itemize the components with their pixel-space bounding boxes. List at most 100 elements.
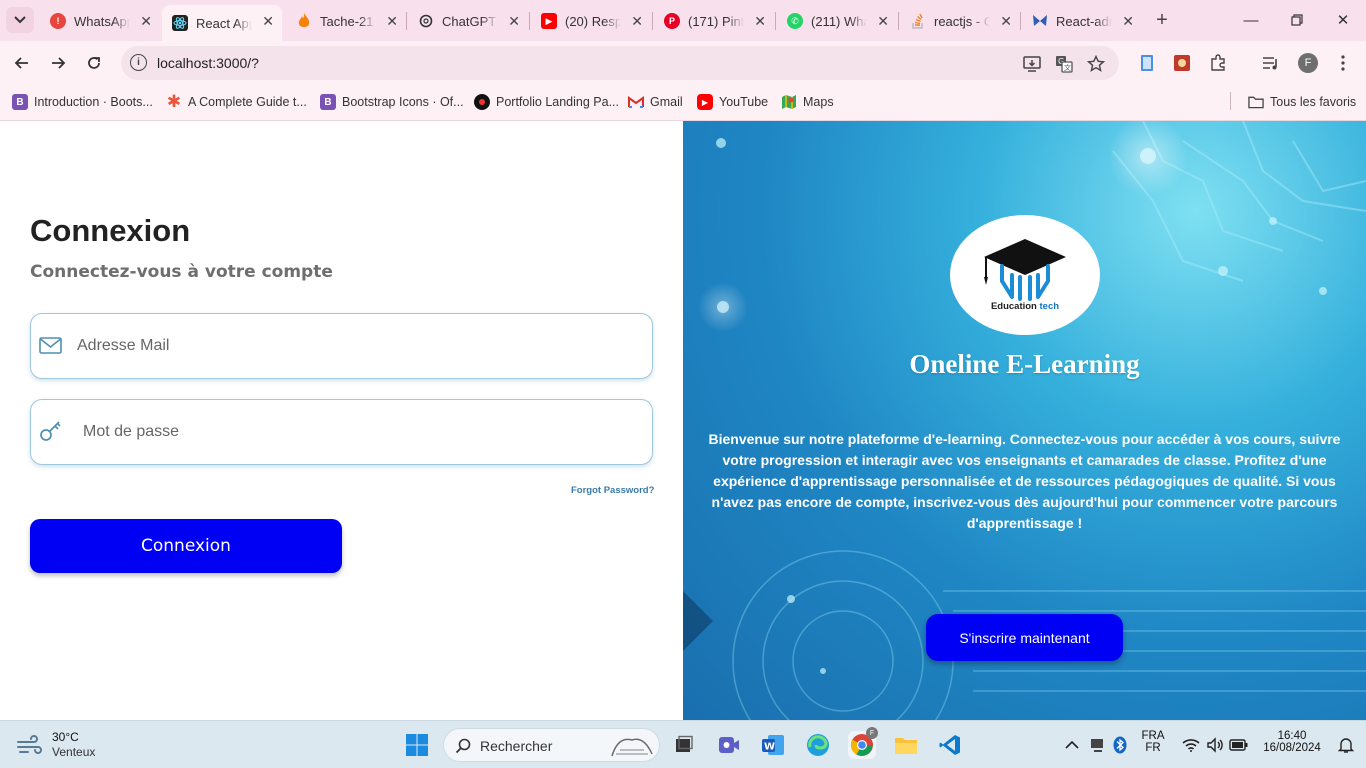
close-icon[interactable]: ✕ — [631, 13, 643, 30]
forward-arrow-icon[interactable] — [44, 49, 72, 77]
close-icon[interactable]: ✕ — [877, 13, 889, 30]
bookmark-bootstrap-icons[interactable]: B Bootstrap Icons · Of... — [320, 92, 464, 112]
all-bookmarks-folder[interactable]: Tous les favoris — [1248, 92, 1356, 112]
site-info-icon[interactable]: i — [130, 54, 147, 71]
asterisk-icon: ✱ — [166, 92, 182, 111]
windows-start-icon[interactable] — [403, 731, 431, 759]
bookmark-youtube[interactable]: ▶ YouTube — [697, 92, 768, 112]
close-icon[interactable]: ✕ — [1122, 13, 1134, 30]
butterfly-icon — [1032, 13, 1048, 29]
bookmark-star-icon[interactable] — [1086, 54, 1106, 74]
vscode-icon[interactable] — [936, 731, 964, 759]
password-input[interactable] — [83, 416, 643, 448]
teams-meet-icon[interactable] — [715, 731, 743, 759]
bookmark-gmail[interactable]: Gmail — [628, 92, 683, 112]
extension-red-icon[interactable] — [1171, 52, 1193, 74]
email-input[interactable] — [77, 330, 637, 362]
whatsapp-alert-icon: ! — [50, 13, 66, 29]
address-url[interactable]: localhost:3000/? — [157, 55, 259, 71]
search-icon — [455, 738, 471, 754]
restore-icon[interactable] — [1284, 8, 1310, 32]
login-button[interactable]: Connexion — [30, 519, 342, 573]
all-bookmarks-label: Tous les favoris — [1270, 95, 1357, 109]
tab-react-admin[interactable]: React-adr ✕ — [1022, 5, 1142, 37]
tab-label: reactjs - C — [934, 13, 990, 29]
chrome-taskbar-icon[interactable]: F — [848, 727, 878, 759]
windows-taskbar: 30°C Venteux Rechercher W F FRA FR 16:40… — [0, 720, 1366, 768]
graduation-cap-icon — [984, 239, 1066, 301]
page-subtitle: Connectez-vous à votre compte — [30, 262, 333, 282]
minimize-icon[interactable]: — — [1238, 8, 1264, 32]
tab-label: (211) Wha — [811, 13, 867, 29]
tab-label: (171) Pint — [688, 13, 744, 29]
show-hidden-icons-chevron[interactable] — [1058, 731, 1086, 759]
task-view-icon[interactable] — [670, 731, 698, 759]
close-icon[interactable]: ✕ — [386, 13, 398, 30]
password-field[interactable] — [30, 399, 653, 465]
tab-stackoverflow[interactable]: reactjs - C ✕ — [900, 5, 1020, 37]
signup-button[interactable]: S'inscrire maintenant — [926, 614, 1123, 661]
email-field[interactable] — [30, 313, 653, 379]
tab-search-chevron-icon[interactable] — [6, 7, 34, 33]
reading-list-icon[interactable] — [1136, 52, 1158, 74]
brand-title: Oneline E-Learning — [909, 349, 1140, 379]
forgot-password-link[interactable]: Forgot Password? — [571, 485, 654, 496]
input-language[interactable]: FRA FR — [1138, 730, 1168, 754]
weather-widget[interactable]: 30°C Venteux — [16, 730, 95, 760]
close-icon[interactable]: ✕ — [508, 13, 520, 30]
tab-whatsapp-2[interactable]: ✆ (211) Wha ✕ — [777, 5, 897, 37]
tab-react-app[interactable]: React App ✕ — [162, 5, 282, 41]
profile-avatar[interactable]: F — [1297, 52, 1319, 74]
tab-youtube[interactable]: ▶ (20) Resp ✕ — [531, 5, 651, 37]
translate-icon[interactable]: G文 — [1054, 54, 1074, 74]
page-content: Connexion Connectez-vous à votre compte … — [0, 121, 1366, 720]
close-icon[interactable]: ✕ — [1000, 13, 1012, 30]
clock-time: 16:40 — [1277, 730, 1307, 742]
word-icon[interactable]: W — [759, 731, 787, 759]
back-arrow-icon[interactable] — [8, 49, 36, 77]
address-bar[interactable]: i localhost:3000/? G文 — [121, 46, 1119, 80]
file-explorer-icon[interactable] — [892, 731, 920, 759]
bookmark-complete-guide[interactable]: ✱ A Complete Guide t... — [166, 92, 307, 112]
stackoverflow-icon — [910, 13, 926, 29]
bookmark-label: Maps — [803, 95, 834, 109]
more-menu-icon[interactable] — [1332, 52, 1354, 74]
tab-pinterest[interactable]: P (171) Pint ✕ — [654, 5, 774, 37]
media-control-icon[interactable] — [1260, 52, 1282, 74]
bookmark-label: Introduction · Boots... — [34, 95, 153, 109]
extensions-puzzle-icon[interactable] — [1207, 52, 1229, 74]
logo-word-education: Education — [990, 301, 1037, 312]
weather-temperature: 30°C — [52, 730, 79, 744]
bookmark-maps[interactable]: Maps — [781, 92, 834, 112]
bookmark-bootstrap-intro[interactable]: B Introduction · Boots... — [12, 92, 153, 112]
chrome-profile-badge: F — [866, 727, 878, 739]
close-icon[interactable]: ✕ — [262, 13, 274, 30]
tab-label: (20) Resp — [565, 13, 621, 29]
window-close-icon[interactable]: ✕ — [1330, 8, 1356, 32]
bluetooth-icon[interactable] — [1106, 731, 1134, 759]
react-icon — [172, 15, 188, 31]
bookmarks-divider — [1230, 92, 1231, 110]
install-app-icon[interactable] — [1022, 54, 1042, 74]
bookmark-label: Portfolio Landing Pa... — [496, 95, 619, 109]
new-tab-plus-icon[interactable]: + — [1150, 8, 1174, 32]
tab-tache[interactable]: Tache-21 ✕ — [286, 5, 406, 37]
weather-description: Venteux — [52, 745, 96, 759]
tab-chatgpt[interactable]: ChatGPT ✕ — [408, 5, 528, 37]
battery-icon[interactable] — [1225, 731, 1253, 759]
search-label: Rechercher — [480, 738, 553, 754]
bookmark-label: YouTube — [719, 95, 769, 109]
browser-toolbar: i localhost:3000/? G文 F — [0, 41, 1366, 84]
notification-bell-icon[interactable] — [1332, 731, 1360, 759]
tab-divider — [1020, 12, 1021, 30]
reload-icon[interactable] — [80, 49, 108, 77]
tab-whatsapp[interactable]: ! WhatsApp ✕ — [40, 5, 160, 37]
edge-icon[interactable] — [804, 731, 832, 759]
close-icon[interactable]: ✕ — [140, 13, 152, 30]
tab-divider — [406, 12, 407, 30]
tab-divider — [529, 12, 530, 30]
bookmark-portfolio[interactable]: Portfolio Landing Pa... — [474, 92, 619, 112]
taskbar-search[interactable]: Rechercher — [443, 728, 660, 762]
clock[interactable]: 16:40 16/08/2024 — [1256, 730, 1328, 754]
close-icon[interactable]: ✕ — [754, 13, 766, 30]
